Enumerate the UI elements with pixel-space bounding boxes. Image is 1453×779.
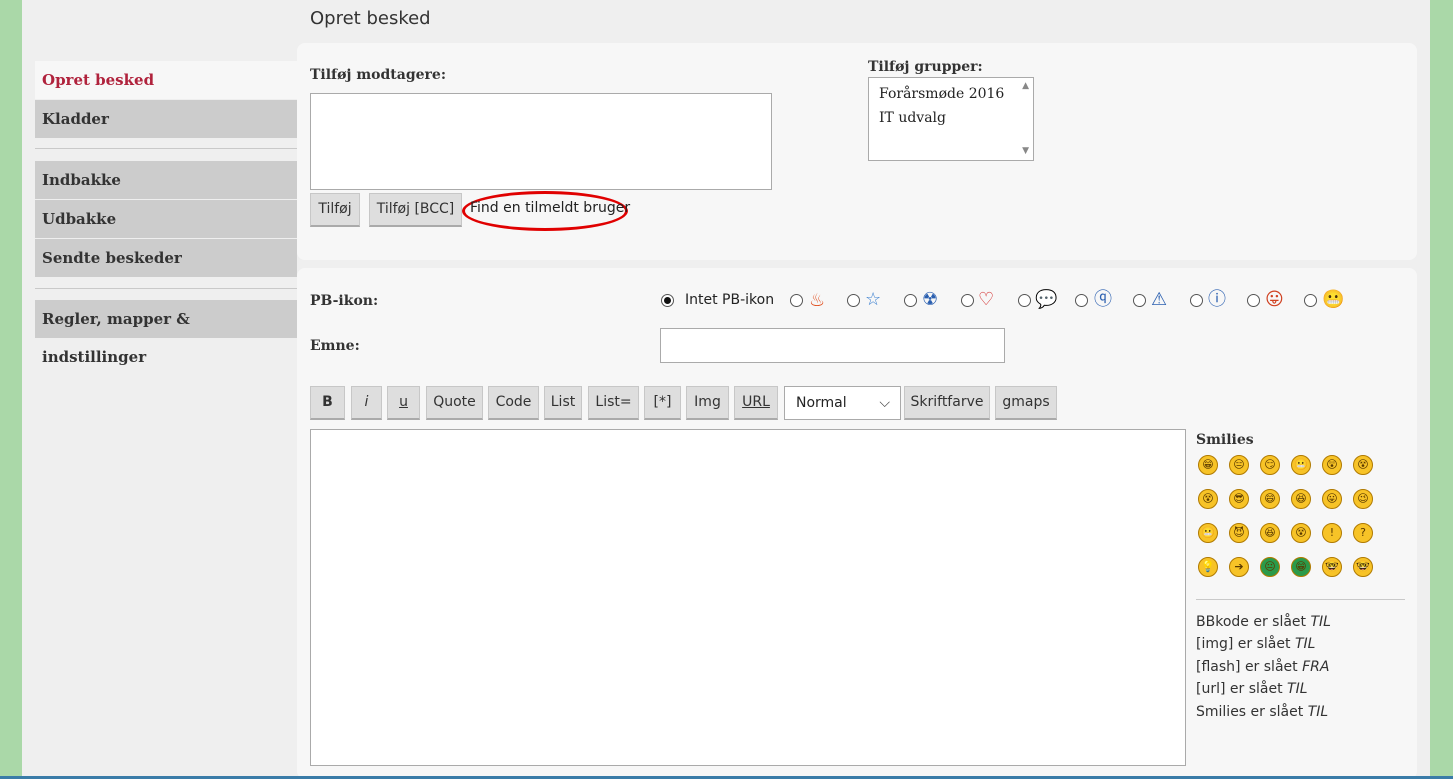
smiley-icon[interactable]: 😈 <box>1229 523 1249 543</box>
add-bcc-button[interactable]: Tilføj [BCC] <box>369 193 462 227</box>
smiley-icon[interactable]: 😏 <box>1260 455 1280 475</box>
font-color-button[interactable]: Skriftfarve <box>904 386 990 420</box>
message-textarea[interactable] <box>310 429 1186 766</box>
gmaps-button[interactable]: gmaps <box>995 386 1057 420</box>
heart-icon: ♡ <box>978 289 995 310</box>
pb-icon-question-radio[interactable] <box>1075 294 1088 307</box>
sidebar-item-opret-besked[interactable]: Opret besked <box>35 61 297 99</box>
pb-icon-warning-radio[interactable] <box>1133 294 1146 307</box>
smiley-icon[interactable]: ! <box>1322 523 1342 543</box>
smiley-icon[interactable]: ➔ <box>1229 557 1249 577</box>
pb-icon-none-radio[interactable] <box>661 294 674 307</box>
smiley-icon[interactable]: ? <box>1353 523 1373 543</box>
pb-icon-fire-radio[interactable] <box>790 294 803 307</box>
smiley-icon[interactable]: 😬 <box>1198 523 1218 543</box>
smiley-icon[interactable]: 😐 <box>1260 557 1280 577</box>
sidebar-divider <box>35 148 297 149</box>
sidebar-item-udbakke[interactable]: Udbakke <box>35 200 297 238</box>
status-flash: [flash] er slået FRA <box>1196 659 1330 675</box>
smiley-icon[interactable]: 😆 <box>1260 523 1280 543</box>
smiley-icon[interactable]: 😬 <box>1291 455 1311 475</box>
chevron-down-icon: ⌵ <box>879 395 890 411</box>
groups-listbox[interactable]: Forårsmøde 2016 IT udvalg ▲ ▼ <box>868 77 1034 161</box>
smiley-grin-icon: 😬 <box>1322 289 1345 310</box>
scroll-down-icon[interactable]: ▼ <box>1022 146 1029 156</box>
subject-label: Emne: <box>310 338 360 354</box>
question-icon: ⓠ <box>1094 289 1112 310</box>
star-icon: ☆ <box>865 289 882 310</box>
recipients-textarea[interactable] <box>310 93 772 190</box>
pb-icon-label: PB-ikon: <box>310 293 379 309</box>
font-size-select[interactable]: Normal ⌵ <box>784 386 901 420</box>
smiley-icon[interactable]: 😛 <box>1322 489 1342 509</box>
message-panel: PB-ikon: Intet PB-ikon ♨ ☆ ☢ ♡ 💬 ⓠ ⚠ ⓘ 😛… <box>297 268 1417 779</box>
smiley-icon[interactable]: 😵 <box>1198 489 1218 509</box>
pb-icon-star-radio[interactable] <box>847 294 860 307</box>
underline-button[interactable]: u <box>387 386 420 420</box>
sidebar-item-regler[interactable]: Regler, mapper & indstillinger <box>35 300 297 366</box>
smiley-icon[interactable]: 🤓 <box>1322 557 1342 577</box>
status-smilies: Smilies er slået TIL <box>1196 704 1329 720</box>
smiley-icon[interactable]: 😆 <box>1291 489 1311 509</box>
pb-icon-heart-radio[interactable] <box>961 294 974 307</box>
smiley-icon[interactable]: 😁 <box>1198 455 1218 475</box>
pb-icon-speech-radio[interactable] <box>1018 294 1031 307</box>
find-user-link[interactable]: Find en tilmeldt bruger <box>470 200 630 216</box>
status-img: [img] er slået TIL <box>1196 636 1316 652</box>
url-button[interactable]: URL <box>734 386 778 420</box>
italic-button[interactable]: i <box>351 386 382 420</box>
groups-label: Tilføj grupper: <box>868 59 983 75</box>
recipients-panel: Tilføj modtagere: Tilføj Tilføj [BCC] Fi… <box>297 43 1417 260</box>
quote-button[interactable]: Quote <box>426 386 483 420</box>
smilies-divider <box>1196 599 1405 600</box>
smiley-icon[interactable]: 😎 <box>1229 489 1249 509</box>
smiley-icon[interactable]: 😉 <box>1353 489 1373 509</box>
smiley-icon[interactable]: 😑 <box>1229 455 1249 475</box>
smiley-icon[interactable]: 😄 <box>1260 489 1280 509</box>
add-recipient-button[interactable]: Tilføj <box>310 193 360 227</box>
status-url: [url] er slået TIL <box>1196 681 1308 697</box>
smiley-icon[interactable]: 💡 <box>1198 557 1218 577</box>
page-title: Opret besked <box>310 8 431 29</box>
smiley-icon[interactable]: 😵 <box>1291 523 1311 543</box>
group-option[interactable]: IT udvalg <box>879 110 946 126</box>
fire-icon: ♨ <box>809 290 826 311</box>
list-item-button[interactable]: [*] <box>644 386 681 420</box>
smiley-icon[interactable]: 😁 <box>1291 557 1311 577</box>
speech-bubble-icon: 💬 <box>1035 289 1058 310</box>
info-icon: ⓘ <box>1208 289 1226 310</box>
list-ordered-button[interactable]: List= <box>588 386 639 420</box>
radioactive-icon: ☢ <box>922 289 939 310</box>
smiley-icon[interactable]: 😲 <box>1322 455 1342 475</box>
sidebar-item-sendte-beskeder[interactable]: Sendte beskeder <box>35 239 297 277</box>
recipients-label: Tilføj modtagere: <box>310 67 446 83</box>
bold-button[interactable]: B <box>310 386 345 420</box>
group-option[interactable]: Forårsmøde 2016 <box>879 86 1004 102</box>
warning-icon: ⚠ <box>1151 289 1168 310</box>
pb-icon-info-radio[interactable] <box>1190 294 1203 307</box>
smiley-tongue-icon: 😛 <box>1265 289 1284 310</box>
list-button[interactable]: List <box>544 386 582 420</box>
sidebar-item-kladder[interactable]: Kladder <box>35 100 297 138</box>
pb-icon-grin-radio[interactable] <box>1304 294 1317 307</box>
font-size-value: Normal <box>796 395 847 411</box>
pb-icon-radioactive-radio[interactable] <box>904 294 917 307</box>
code-button[interactable]: Code <box>488 386 539 420</box>
scroll-up-icon[interactable]: ▲ <box>1022 81 1029 91</box>
page: Opret besked Opret besked Kladder Indbak… <box>22 0 1430 779</box>
img-button[interactable]: Img <box>686 386 729 420</box>
pb-icon-tongue-radio[interactable] <box>1247 294 1260 307</box>
status-bbcode: BBkode er slået TIL <box>1196 614 1331 630</box>
smiley-icon[interactable]: 🤓 <box>1353 557 1373 577</box>
smiley-icon[interactable]: 😵 <box>1353 455 1373 475</box>
smilies-title: Smilies <box>1196 432 1254 448</box>
sidebar-item-indbakke[interactable]: Indbakke <box>35 161 297 199</box>
pb-icon-none-label: Intet PB-ikon <box>685 292 775 308</box>
subject-input[interactable] <box>660 328 1005 363</box>
sidebar-divider <box>35 288 297 289</box>
